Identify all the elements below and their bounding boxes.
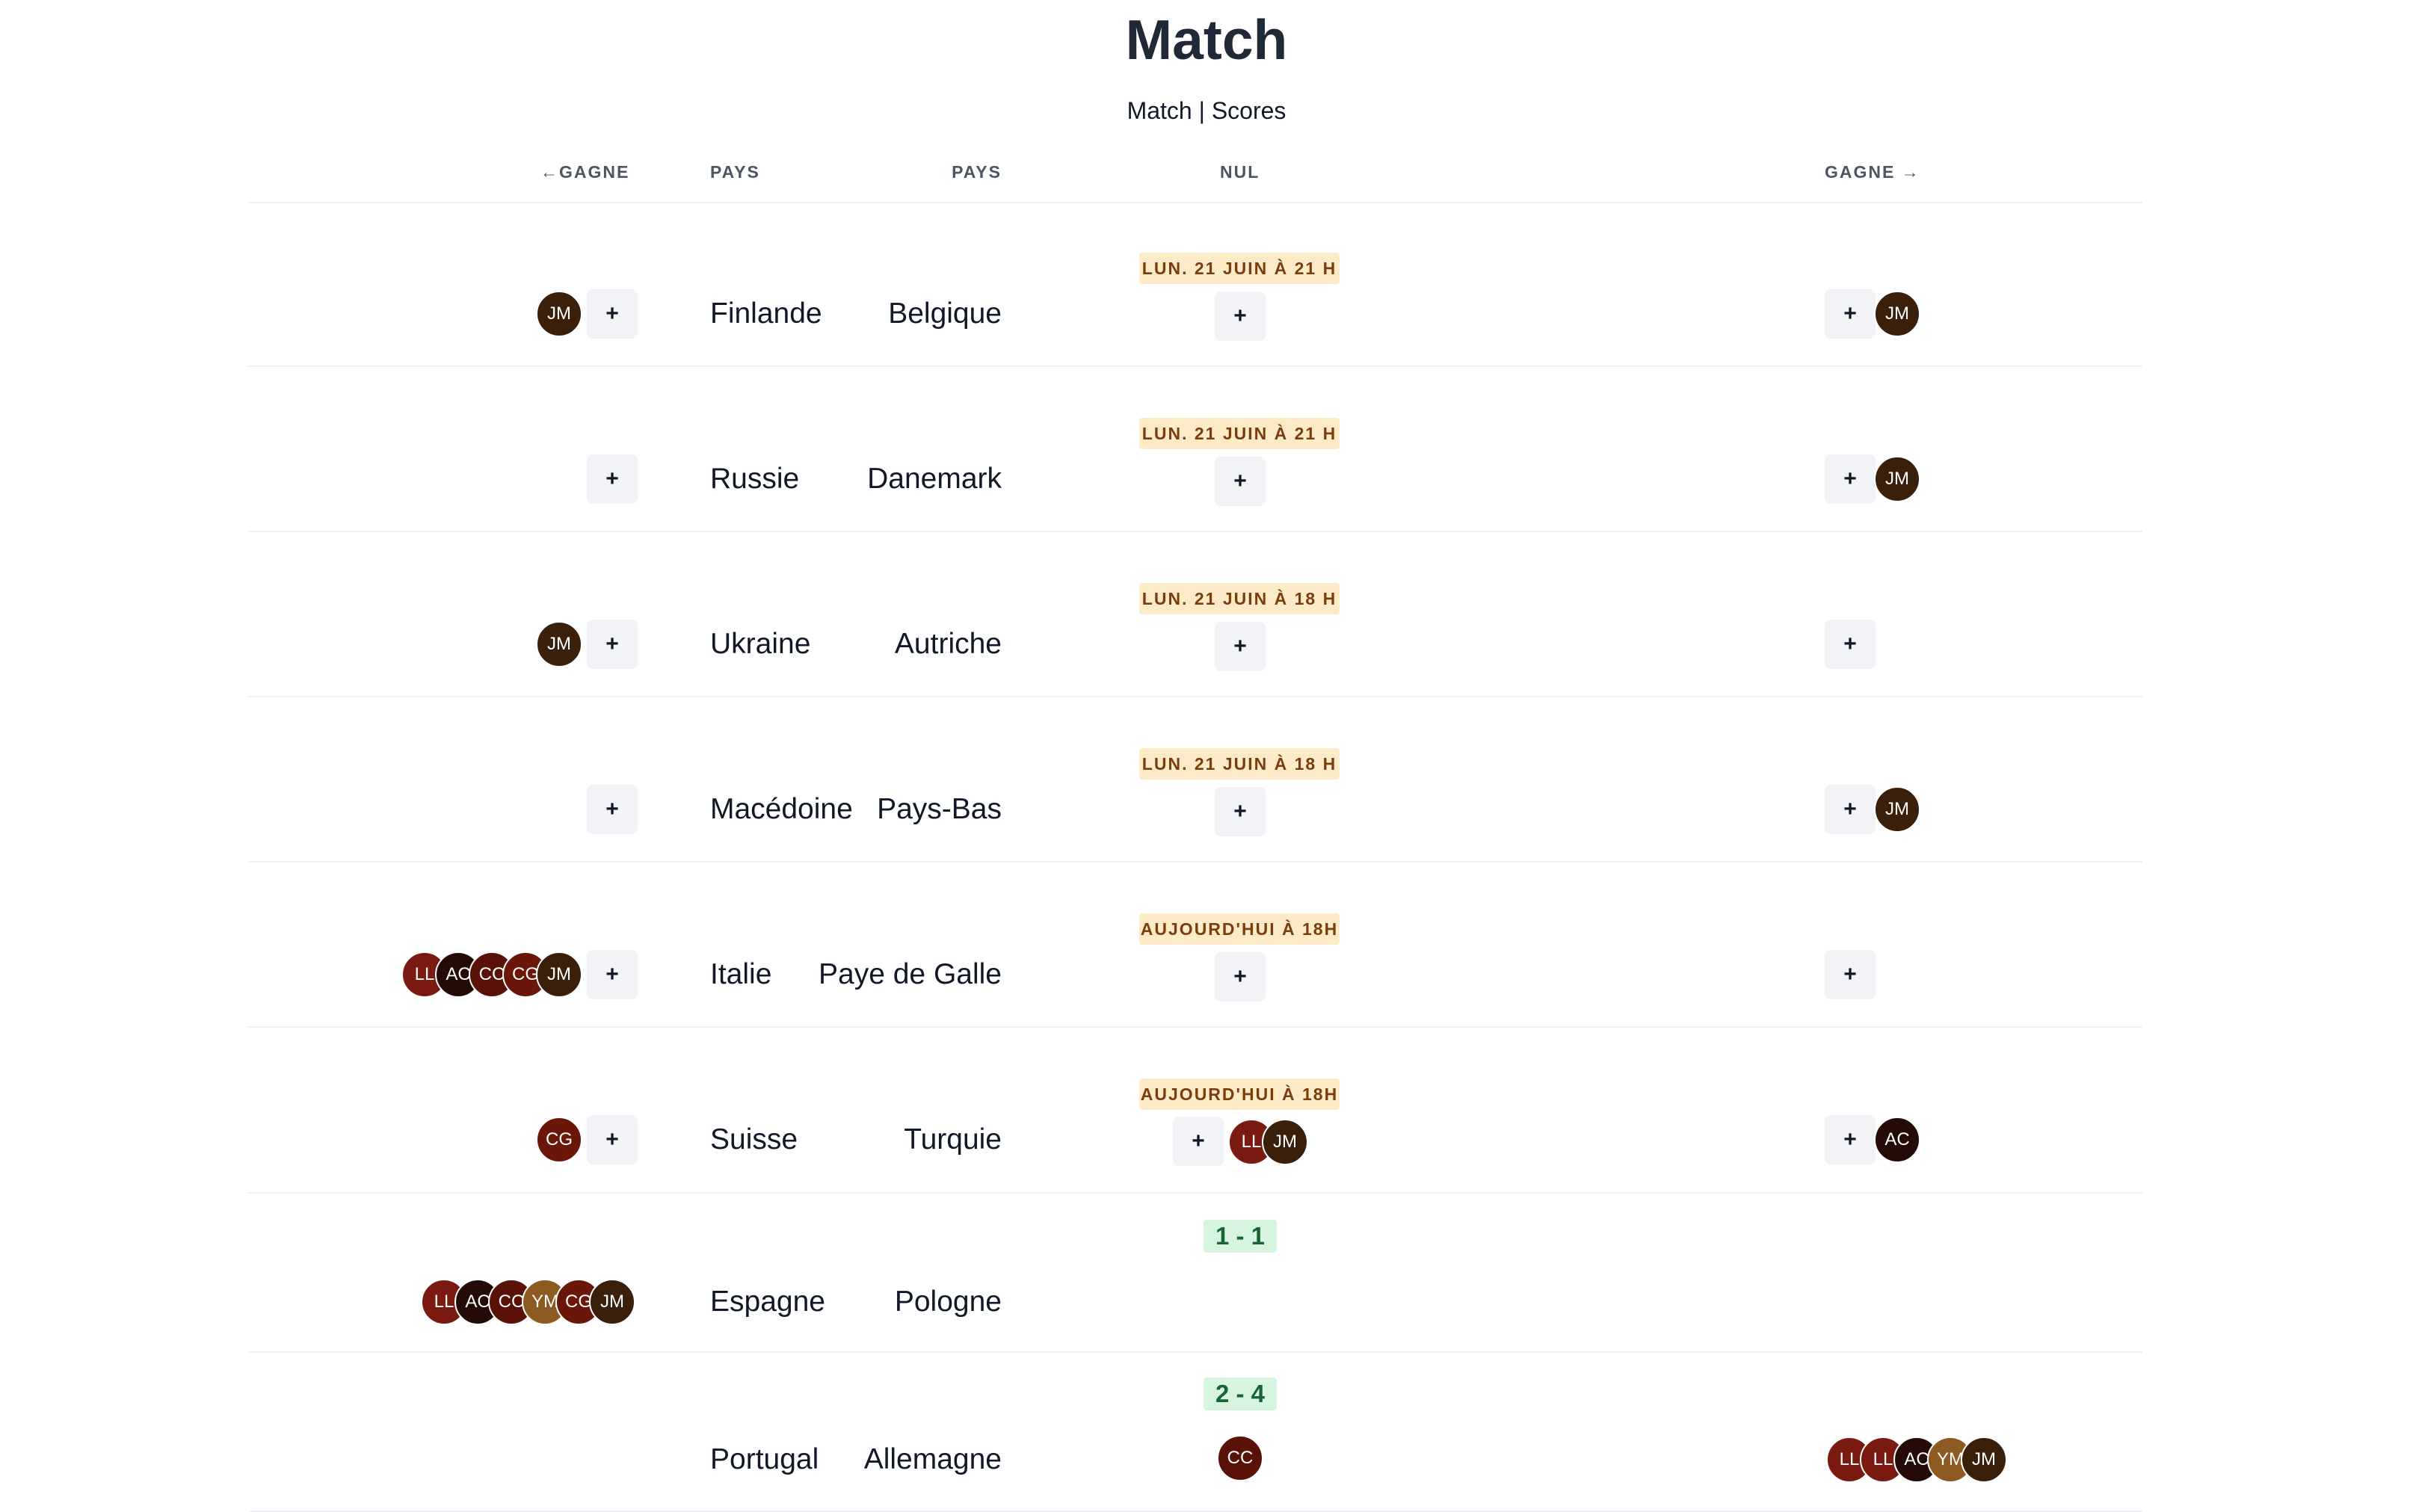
add-vote-button[interactable]: + (587, 620, 638, 669)
add-vote-button[interactable]: + (1215, 622, 1266, 671)
add-vote-button[interactable]: + (1825, 1115, 1876, 1164)
avatar: JM (536, 951, 582, 998)
date-badge: LUN. 21 JUIN À 18 H (1139, 583, 1340, 614)
team-left-name: Finlande (710, 297, 822, 330)
avatar-group: JM (1874, 456, 1920, 502)
avatar: AC (1874, 1117, 1920, 1163)
match-row: AUJOURD'HUI À 18H Suisse Turquie + CG + LL JM + A… (0, 1028, 2413, 1194)
add-vote-button[interactable]: + (1825, 950, 1876, 999)
add-vote-button[interactable]: + (587, 785, 638, 834)
add-vote-button[interactable]: + (1825, 620, 1876, 669)
team-left-name: Espagne (710, 1286, 825, 1318)
avatar-group: LL JM (1228, 1119, 1308, 1165)
header-right-country: PAYS (952, 162, 1002, 182)
avatar-group: AC (1874, 1117, 1920, 1163)
team-right-name: Turquie (904, 1123, 1002, 1155)
avatar-group: LL AC CC CG JM (401, 951, 582, 998)
header-left-country: PAYS (710, 162, 760, 182)
match-row: 2 - 4 Portugal Allemagne CC LL LL AC YM JM (0, 1353, 2413, 1512)
add-vote-button[interactable]: + (1173, 1117, 1224, 1166)
score-badge: 2 - 4 (1204, 1377, 1277, 1410)
page: Match Match | Scores GAGNE PAYS NUL PAYS… (0, 0, 2413, 1512)
team-left-name: Italie (710, 958, 772, 990)
add-vote-button[interactable]: + (1215, 787, 1266, 836)
avatar: JM (589, 1279, 635, 1325)
avatar: JM (536, 291, 582, 337)
avatar: JM (1961, 1437, 2007, 1483)
avatar-group: CG (536, 1117, 582, 1163)
match-row: LUN. 21 JUIN À 18 H Macédoine Pays-Bas + + + J… (0, 697, 2413, 863)
match-row: 1 - 1 Espagne Pologne LL AC CC YM CG JM (0, 1194, 2413, 1353)
avatar: JM (1874, 291, 1920, 337)
avatar: CC (1217, 1435, 1263, 1481)
team-left-name: Ukraine (710, 628, 811, 660)
team-left-name: Russie (710, 463, 800, 495)
team-left-name: Suisse (710, 1123, 798, 1155)
page-title: Match (1125, 8, 1288, 71)
team-right-name: Danemark (867, 463, 1002, 495)
avatar-group: CC (1217, 1435, 1263, 1481)
avatar-group: JM (536, 621, 582, 667)
add-vote-button[interactable]: + (1215, 952, 1266, 1002)
page-subtitle: Match | Scores (1127, 97, 1286, 124)
avatar: CG (536, 1117, 582, 1163)
date-badge: LUN. 21 JUIN À 21 H (1139, 418, 1340, 449)
team-right-name: Paye de Galle (819, 958, 1002, 990)
team-right-name: Allemagne (863, 1443, 1002, 1475)
add-vote-button[interactable]: + (587, 454, 638, 504)
avatar-group: JM (536, 291, 582, 337)
add-vote-button[interactable]: + (1215, 291, 1266, 341)
header-left-win: GAGNE (540, 158, 629, 185)
avatar: JM (1262, 1119, 1308, 1165)
avatar-group: LL LL AC YM JM (1826, 1437, 2007, 1483)
match-row: LUN. 21 JUIN À 21 H Finlande Belgique + JM + +… (0, 202, 2413, 367)
add-vote-button[interactable]: + (1825, 454, 1876, 504)
match-row: LUN. 21 JUIN À 18 H Ukraine Autriche + JM + + (0, 532, 2413, 697)
header-right-win: GAGNE (1825, 158, 1920, 185)
avatar-group: LL AC CC YM CG JM (421, 1279, 635, 1325)
avatar: JM (1874, 456, 1920, 502)
team-right-name: Belgique (888, 297, 1002, 330)
add-vote-button[interactable]: + (587, 950, 638, 999)
date-badge: AUJOURD'HUI À 18H (1139, 1079, 1340, 1110)
team-right-name: Autriche (894, 628, 1002, 660)
date-badge: LUN. 21 JUIN À 21 H (1139, 253, 1340, 284)
team-right-name: Pays-Bas (877, 793, 1002, 825)
score-badge: 1 - 1 (1204, 1220, 1277, 1253)
date-badge: AUJOURD'HUI À 18H (1139, 913, 1340, 945)
date-badge: LUN. 21 JUIN À 18 H (1139, 748, 1340, 780)
add-vote-button[interactable]: + (587, 289, 638, 339)
avatar-group: JM (1874, 786, 1920, 833)
avatar: JM (1874, 786, 1920, 833)
match-row: AUJOURD'HUI À 18H Italie Paye de Galle + LL A… (0, 863, 2413, 1028)
team-right-name: Pologne (894, 1286, 1002, 1318)
avatar-group: JM (1874, 291, 1920, 337)
header-draw: NUL (1220, 162, 1260, 182)
add-vote-button[interactable]: + (1825, 289, 1876, 339)
add-vote-button[interactable]: + (587, 1115, 638, 1164)
add-vote-button[interactable]: + (1825, 785, 1876, 834)
add-vote-button[interactable]: + (1215, 457, 1266, 506)
avatar: JM (536, 621, 582, 667)
team-left-name: Macédoine (710, 793, 853, 825)
team-left-name: Portugal (710, 1443, 819, 1475)
match-row: LUN. 21 JUIN À 21 H Russie Danemark + + + JM (0, 367, 2413, 532)
